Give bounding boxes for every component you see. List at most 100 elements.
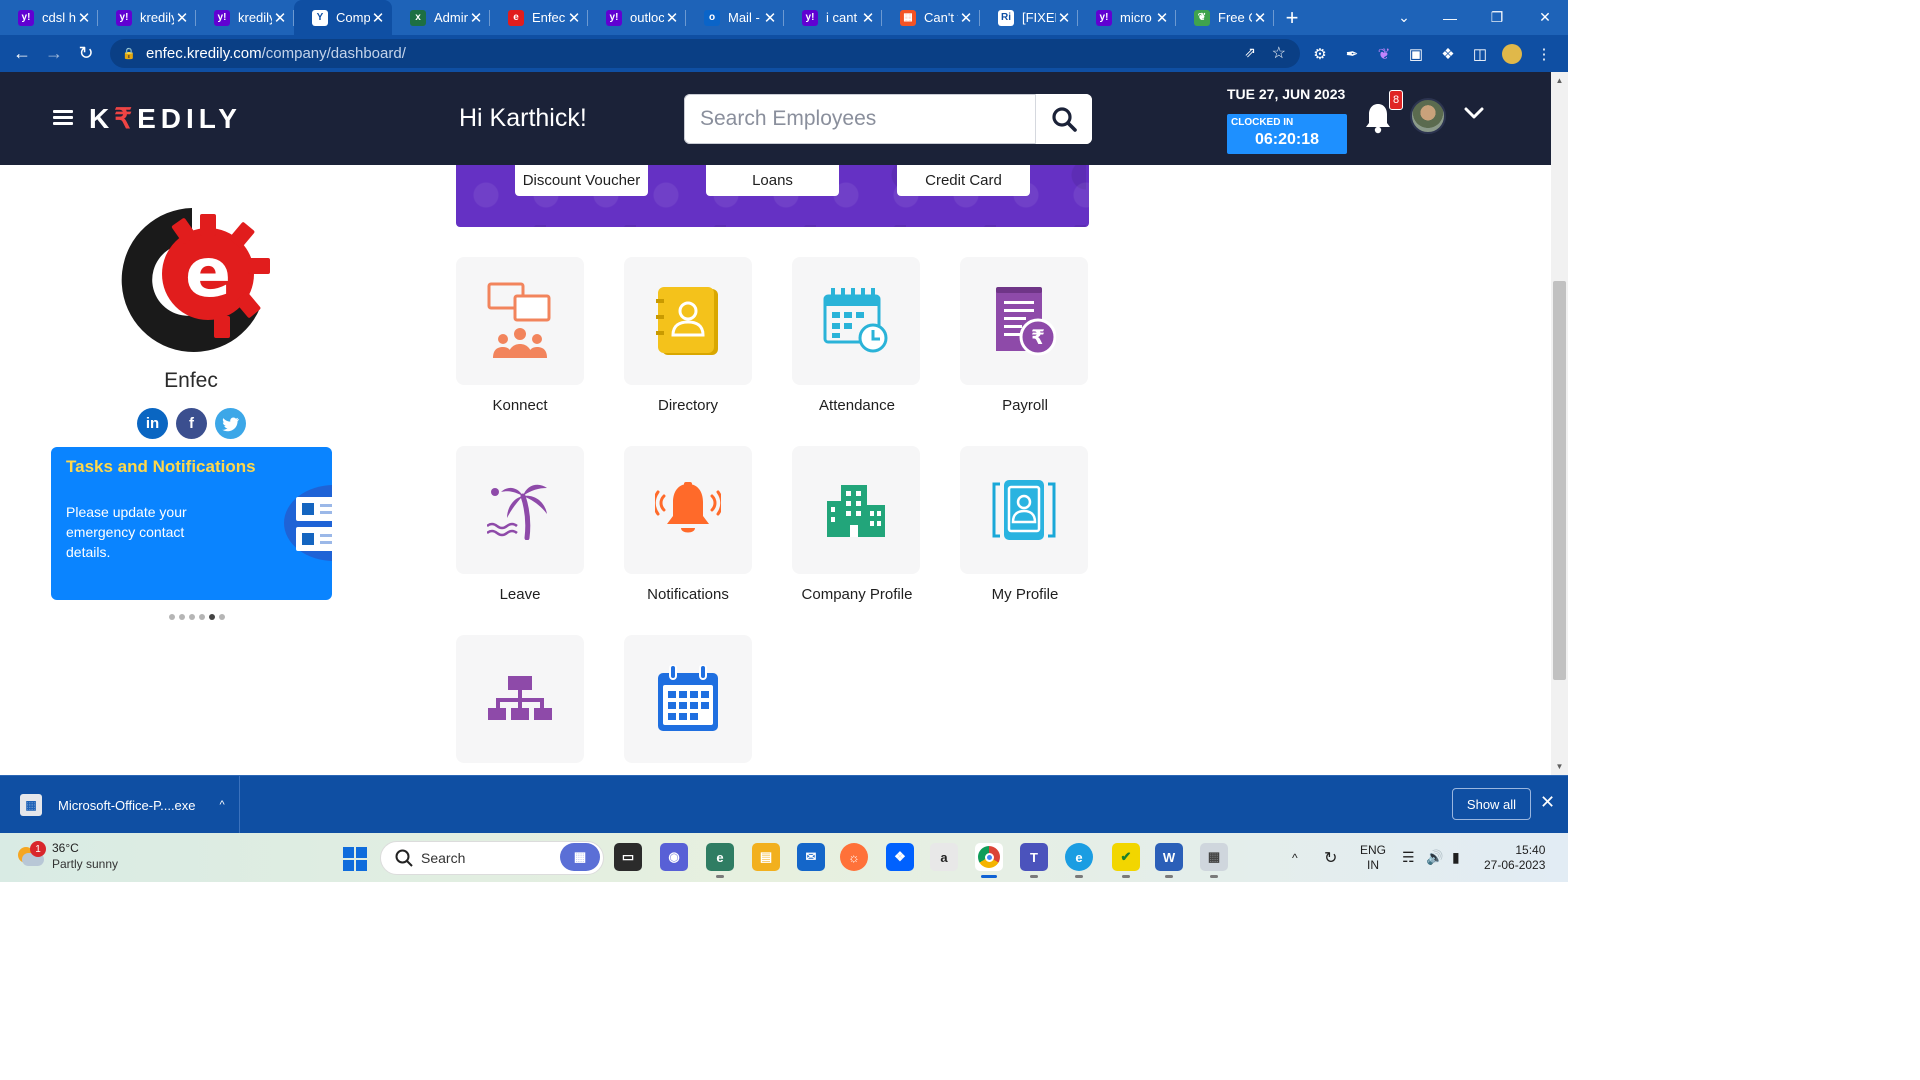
address-bar[interactable]: 🔒 enfec.kredily.com/company/dashboard/ ⇗… xyxy=(110,39,1300,68)
kredily-logo[interactable]: K₹EDILY xyxy=(89,102,242,135)
reload-icon[interactable]: ↻ xyxy=(70,38,102,70)
task-check-icon[interactable]: ✔ xyxy=(1112,843,1140,878)
browser-tab[interactable]: Ri [FIXED✕ xyxy=(980,0,1078,35)
clock[interactable]: 15:40 27-06-2023 xyxy=(1484,833,1545,882)
weather-widget[interactable]: 1 36°C Partly sunny xyxy=(18,840,118,872)
module-tile-my-profile[interactable] xyxy=(960,446,1088,574)
installer-icon[interactable]: ▦ xyxy=(1200,843,1228,878)
tab-close-icon[interactable]: ✕ xyxy=(1056,9,1072,27)
file-explorer-icon[interactable]: ▤ xyxy=(752,843,780,871)
scroll-up-icon[interactable]: ▲ xyxy=(1551,73,1568,87)
tab-close-icon[interactable]: ✕ xyxy=(468,9,484,27)
module-tile-attendance[interactable] xyxy=(792,257,920,385)
notification-bell-icon[interactable] xyxy=(1364,102,1392,134)
tasks-notifications-card[interactable]: Tasks and Notifications Please update yo… xyxy=(51,447,332,600)
credit-card-button[interactable]: Credit Card xyxy=(897,165,1030,196)
browser-tab[interactable]: y! cdsl h ✕ xyxy=(0,0,98,35)
edge-dev-icon[interactable]: e xyxy=(706,843,734,878)
show-hidden-icons[interactable]: ^ xyxy=(1292,833,1298,882)
puzzle-extensions-icon[interactable]: ❖ xyxy=(1432,39,1464,68)
search-highlight-icon[interactable]: ▦ xyxy=(560,843,600,871)
restore-button[interactable]: ❐ xyxy=(1474,0,1520,35)
edge-icon[interactable]: e xyxy=(1065,843,1093,878)
windows-start-icon[interactable] xyxy=(343,847,367,871)
tab-close-icon[interactable]: ✕ xyxy=(664,9,680,27)
bookmark-star-icon[interactable]: ☆ xyxy=(1272,43,1286,63)
minimize-button[interactable]: — xyxy=(1427,0,1473,35)
module-tile-directory[interactable] xyxy=(624,257,752,385)
module-tile-calendar[interactable] xyxy=(624,635,752,763)
browser-tab[interactable]: y! kredily ✕ xyxy=(98,0,196,35)
module-tile-leave[interactable] xyxy=(456,446,584,574)
scrollbar-thumb[interactable] xyxy=(1553,281,1566,680)
chevron-down-icon[interactable] xyxy=(1464,106,1484,120)
chrome-icon[interactable] xyxy=(975,843,1003,878)
language-indicator[interactable]: ENG IN xyxy=(1360,833,1386,882)
module-tile-company-profile[interactable] xyxy=(792,446,920,574)
download-item[interactable]: ▦ Microsoft-Office-P....exe ^ xyxy=(12,776,240,834)
hamburger-menu-icon[interactable] xyxy=(53,110,73,126)
settings-extension-icon[interactable]: ⚙ xyxy=(1304,39,1336,68)
volume-icon[interactable]: 🔊 xyxy=(1426,833,1443,882)
scroll-down-icon[interactable]: ▼ xyxy=(1551,759,1568,773)
teams-chat-icon[interactable]: ◉ xyxy=(660,843,688,871)
browser-tab[interactable]: y! micro ✕ xyxy=(1078,0,1176,35)
carousel-dot[interactable] xyxy=(209,614,215,620)
firefox-icon[interactable]: ☼ xyxy=(840,843,868,871)
browser-tab[interactable]: ❦ Free C✕ xyxy=(1176,0,1274,35)
module-tile-payroll[interactable]: ₹ xyxy=(960,257,1088,385)
sync-icon[interactable]: ↻ xyxy=(1324,833,1337,882)
tab-close-icon[interactable]: ✕ xyxy=(566,9,582,27)
browser-tab[interactable]: y! outloc ✕ xyxy=(588,0,686,35)
facebook-icon[interactable]: f xyxy=(176,408,207,439)
task-view-icon[interactable]: ▭ xyxy=(614,843,642,871)
more-menu-icon[interactable]: ⋮ xyxy=(1528,39,1560,68)
tab-close-icon[interactable]: ✕ xyxy=(272,9,288,27)
carousel-dot[interactable] xyxy=(219,614,225,620)
clocked-in-box[interactable]: CLOCKED IN 06:20:18 xyxy=(1227,114,1347,154)
browser-tab[interactable]: y! kredily ✕ xyxy=(196,0,294,35)
browser-tab[interactable]: ▦ Can't t ✕ xyxy=(882,0,980,35)
battery-icon[interactable]: ▮ xyxy=(1452,833,1460,882)
tab-close-icon[interactable]: ✕ xyxy=(174,9,190,27)
show-all-downloads-button[interactable]: Show all xyxy=(1452,788,1531,820)
amazon-icon[interactable]: a xyxy=(930,843,958,871)
module-tile-konnect[interactable] xyxy=(456,257,584,385)
carousel-dot[interactable] xyxy=(189,614,195,620)
mail-icon[interactable]: ✉ xyxy=(797,843,825,871)
side-panel-icon[interactable]: ◫ xyxy=(1464,39,1496,68)
close-window-button[interactable]: ✕ xyxy=(1522,0,1568,35)
tab-close-icon[interactable]: ✕ xyxy=(1252,9,1268,27)
eyedropper-extension-icon[interactable]: ✒ xyxy=(1336,39,1368,68)
carousel-dot[interactable] xyxy=(179,614,185,620)
browser-tab[interactable]: y! i cant ✕ xyxy=(784,0,882,35)
tab-close-icon[interactable]: ✕ xyxy=(958,9,974,27)
word-icon[interactable]: W xyxy=(1155,843,1183,878)
back-icon[interactable]: ← xyxy=(6,38,38,70)
search-button[interactable] xyxy=(1035,94,1092,144)
carousel-dot[interactable] xyxy=(169,614,175,620)
browser-tab[interactable]: x Admin ✕ xyxy=(392,0,490,35)
twitter-icon[interactable] xyxy=(215,408,246,439)
chevron-up-icon[interactable]: ^ xyxy=(220,799,225,811)
browser-tab[interactable]: e Enfec ✕ xyxy=(490,0,588,35)
search-employees-input[interactable] xyxy=(684,94,1035,144)
browser-tab[interactable]: o Mail - ✕ xyxy=(686,0,784,35)
tab-search-icon[interactable]: ⌄ xyxy=(1381,0,1427,35)
teams-icon[interactable]: T xyxy=(1020,843,1048,878)
tab-close-icon[interactable]: ✕ xyxy=(370,9,386,27)
module-tile-org-chart[interactable] xyxy=(456,635,584,763)
dropbox-icon[interactable]: ❖ xyxy=(886,843,914,871)
forward-icon[interactable]: → xyxy=(38,38,70,70)
wifi-icon[interactable]: ☴ xyxy=(1402,833,1415,882)
user-avatar[interactable] xyxy=(1410,98,1446,134)
carousel-dot[interactable] xyxy=(199,614,205,620)
new-tab-button[interactable]: + xyxy=(1274,0,1310,35)
module-tile-notifications[interactable] xyxy=(624,446,752,574)
close-shelf-icon[interactable]: ✕ xyxy=(1540,792,1555,813)
share-icon[interactable]: ⇗ xyxy=(1244,44,1256,61)
tab-close-icon[interactable]: ✕ xyxy=(860,9,876,27)
feather-extension-icon[interactable]: ❦ xyxy=(1368,39,1400,68)
tab-close-icon[interactable]: ✕ xyxy=(1154,9,1170,27)
profile-avatar-icon[interactable] xyxy=(1496,39,1528,68)
